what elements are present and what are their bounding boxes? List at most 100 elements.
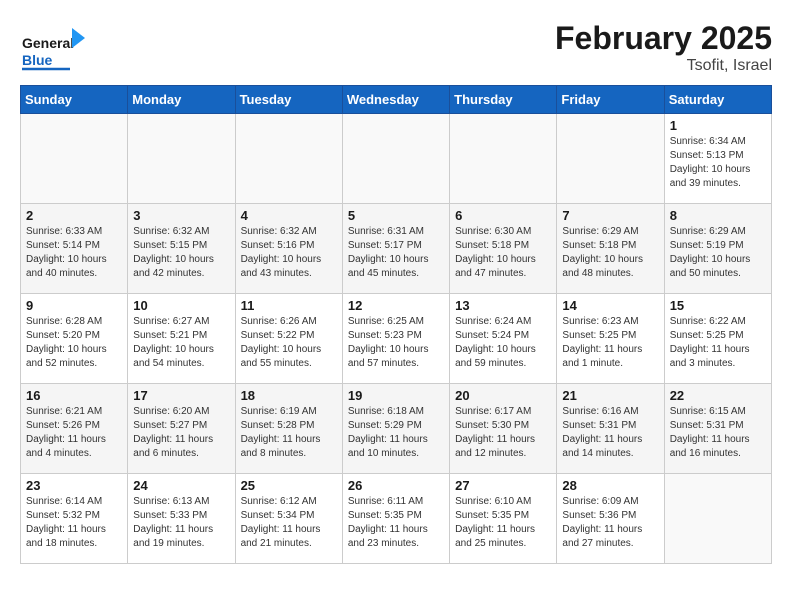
calendar-cell: 17 Sunrise: 6:20 AM Sunset: 5:27 PM Dayli… [128,384,235,474]
calendar-cell: 26 Sunrise: 6:11 AM Sunset: 5:35 PM Dayli… [342,474,449,564]
calendar-table: SundayMondayTuesdayWednesdayThursdayFrid… [20,85,772,564]
weekday-monday: Monday [128,86,235,114]
calendar-week-row: 1 Sunrise: 6:34 AM Sunset: 5:13 PM Daylig… [21,114,772,204]
day-number: 3 [133,208,229,223]
day-number: 25 [241,478,337,493]
day-info: Sunrise: 6:26 AM Sunset: 5:22 PM Dayligh… [241,315,337,371]
day-number: 23 [26,478,122,493]
day-info: Sunrise: 6:20 AM Sunset: 5:27 PM Dayligh… [133,405,229,461]
day-info: Sunrise: 6:15 AM Sunset: 5:31 PM Dayligh… [670,405,766,461]
day-info: Sunrise: 6:29 AM Sunset: 5:18 PM Dayligh… [562,225,658,281]
calendar-cell: 15Sunrise: 6:22 AM Sunset: 5:25 PM Dayli… [664,294,771,384]
day-number: 4 [241,208,337,223]
svg-text:Blue: Blue [22,52,53,68]
calendar-cell: 4 Sunrise: 6:32 AM Sunset: 5:16 PM Daylig… [235,204,342,294]
day-info: Sunrise: 6:23 AM Sunset: 5:25 PM Dayligh… [562,315,658,371]
day-number: 8 [670,208,766,223]
day-number: 1 [670,118,766,133]
day-info: Sunrise: 6:09 AM Sunset: 5:36 PM Dayligh… [562,495,658,551]
calendar-cell: 6 Sunrise: 6:30 AM Sunset: 5:18 PM Daylig… [450,204,557,294]
calendar-cell: 27 Sunrise: 6:10 AM Sunset: 5:35 PM Dayli… [450,474,557,564]
day-number: 12 [348,298,444,313]
calendar-cell: 1 Sunrise: 6:34 AM Sunset: 5:13 PM Daylig… [664,114,771,204]
day-info: Sunrise: 6:29 AM Sunset: 5:19 PM Dayligh… [670,225,766,281]
day-number: 9 [26,298,122,313]
day-number: 11 [241,298,337,313]
calendar-cell: 28 Sunrise: 6:09 AM Sunset: 5:36 PM Dayli… [557,474,664,564]
day-info: Sunrise: 6:33 AM Sunset: 5:14 PM Dayligh… [26,225,122,281]
day-number: 15 [670,298,766,313]
day-info: Sunrise: 6:30 AM Sunset: 5:18 PM Dayligh… [455,225,551,281]
day-number: 27 [455,478,551,493]
calendar-cell: 18 Sunrise: 6:19 AM Sunset: 5:28 PM Dayli… [235,384,342,474]
day-info: Sunrise: 6:11 AM Sunset: 5:35 PM Dayligh… [348,495,444,551]
calendar-week-row: 9 Sunrise: 6:28 AM Sunset: 5:20 PM Daylig… [21,294,772,384]
weekday-friday: Friday [557,86,664,114]
weekday-sunday: Sunday [21,86,128,114]
calendar-cell: 12 Sunrise: 6:25 AM Sunset: 5:23 PM Dayli… [342,294,449,384]
calendar-cell: 11 Sunrise: 6:26 AM Sunset: 5:22 PM Dayli… [235,294,342,384]
day-number: 19 [348,388,444,403]
calendar-week-row: 23 Sunrise: 6:14 AM Sunset: 5:32 PM Dayli… [21,474,772,564]
calendar-cell: 10 Sunrise: 6:27 AM Sunset: 5:21 PM Dayli… [128,294,235,384]
day-number: 7 [562,208,658,223]
day-number: 14 [562,298,658,313]
day-number: 17 [133,388,229,403]
logo-icon: General Blue [20,20,85,75]
day-number: 16 [26,388,122,403]
day-info: Sunrise: 6:27 AM Sunset: 5:21 PM Dayligh… [133,315,229,371]
calendar-cell: 25 Sunrise: 6:12 AM Sunset: 5:34 PM Dayli… [235,474,342,564]
day-info: Sunrise: 6:12 AM Sunset: 5:34 PM Dayligh… [241,495,337,551]
logo: General Blue [20,20,85,75]
weekday-wednesday: Wednesday [342,86,449,114]
calendar-cell: 24 Sunrise: 6:13 AM Sunset: 5:33 PM Dayli… [128,474,235,564]
day-info: Sunrise: 6:28 AM Sunset: 5:20 PM Dayligh… [26,315,122,371]
calendar-week-row: 2Sunrise: 6:33 AM Sunset: 5:14 PM Daylig… [21,204,772,294]
day-number: 26 [348,478,444,493]
weekday-header-row: SundayMondayTuesdayWednesdayThursdayFrid… [21,86,772,114]
day-number: 20 [455,388,551,403]
day-info: Sunrise: 6:17 AM Sunset: 5:30 PM Dayligh… [455,405,551,461]
day-number: 10 [133,298,229,313]
day-number: 5 [348,208,444,223]
calendar-cell: 5Sunrise: 6:31 AM Sunset: 5:17 PM Daylig… [342,204,449,294]
day-info: Sunrise: 6:21 AM Sunset: 5:26 PM Dayligh… [26,405,122,461]
calendar-cell: 3 Sunrise: 6:32 AM Sunset: 5:15 PM Daylig… [128,204,235,294]
day-number: 24 [133,478,229,493]
weekday-saturday: Saturday [664,86,771,114]
calendar-title: February 2025 [555,20,772,57]
calendar-cell: 8 Sunrise: 6:29 AM Sunset: 5:19 PM Daylig… [664,204,771,294]
calendar-cell [557,114,664,204]
calendar-cell: 13 Sunrise: 6:24 AM Sunset: 5:24 PM Dayli… [450,294,557,384]
day-number: 18 [241,388,337,403]
page-header: General Blue February 2025 Tsofit, Israe… [20,20,772,75]
calendar-cell: 2Sunrise: 6:33 AM Sunset: 5:14 PM Daylig… [21,204,128,294]
calendar-subtitle: Tsofit, Israel [555,57,772,75]
day-number: 13 [455,298,551,313]
day-number: 22 [670,388,766,403]
day-info: Sunrise: 6:25 AM Sunset: 5:23 PM Dayligh… [348,315,444,371]
day-number: 6 [455,208,551,223]
calendar-cell [235,114,342,204]
day-number: 28 [562,478,658,493]
calendar-cell: 9 Sunrise: 6:28 AM Sunset: 5:20 PM Daylig… [21,294,128,384]
day-info: Sunrise: 6:14 AM Sunset: 5:32 PM Dayligh… [26,495,122,551]
day-info: Sunrise: 6:19 AM Sunset: 5:28 PM Dayligh… [241,405,337,461]
calendar-cell [21,114,128,204]
day-info: Sunrise: 6:32 AM Sunset: 5:16 PM Dayligh… [241,225,337,281]
day-info: Sunrise: 6:10 AM Sunset: 5:35 PM Dayligh… [455,495,551,551]
calendar-cell [128,114,235,204]
calendar-cell: 16 Sunrise: 6:21 AM Sunset: 5:26 PM Dayli… [21,384,128,474]
day-info: Sunrise: 6:13 AM Sunset: 5:33 PM Dayligh… [133,495,229,551]
weekday-thursday: Thursday [450,86,557,114]
calendar-cell: 21Sunrise: 6:16 AM Sunset: 5:31 PM Dayli… [557,384,664,474]
calendar-cell [664,474,771,564]
day-info: Sunrise: 6:34 AM Sunset: 5:13 PM Dayligh… [670,135,766,191]
calendar-cell: 19Sunrise: 6:18 AM Sunset: 5:29 PM Dayli… [342,384,449,474]
day-info: Sunrise: 6:24 AM Sunset: 5:24 PM Dayligh… [455,315,551,371]
calendar-cell: 22 Sunrise: 6:15 AM Sunset: 5:31 PM Dayli… [664,384,771,474]
calendar-cell: 7 Sunrise: 6:29 AM Sunset: 5:18 PM Daylig… [557,204,664,294]
day-info: Sunrise: 6:32 AM Sunset: 5:15 PM Dayligh… [133,225,229,281]
calendar-cell: 14 Sunrise: 6:23 AM Sunset: 5:25 PM Dayli… [557,294,664,384]
day-info: Sunrise: 6:16 AM Sunset: 5:31 PM Dayligh… [562,405,658,461]
